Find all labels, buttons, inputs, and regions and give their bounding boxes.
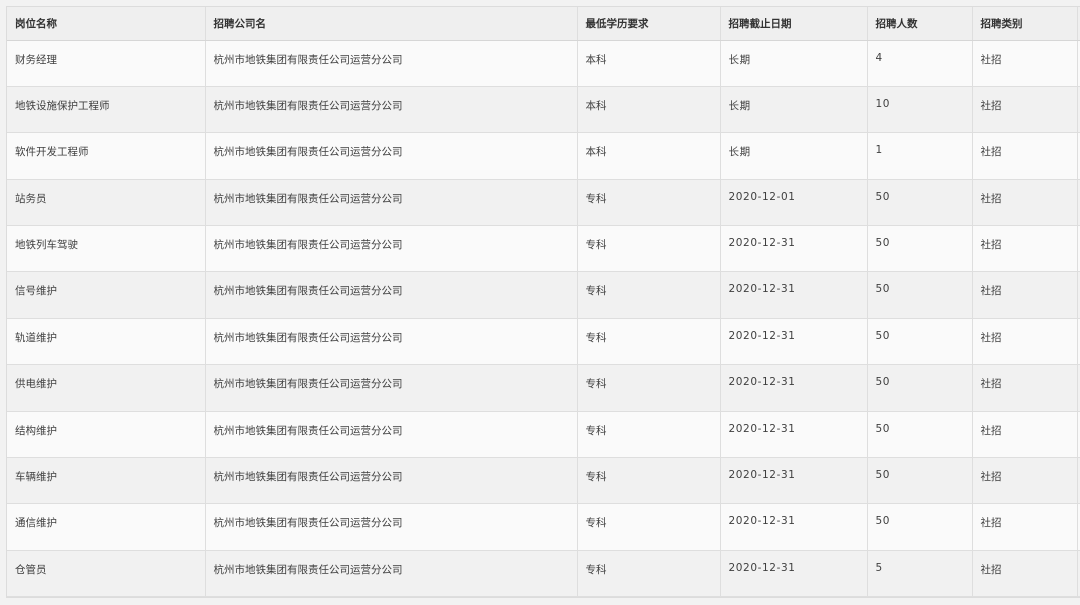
cell-position-name: 财务经理	[7, 40, 206, 87]
header-company-name: 招聘公司名	[205, 7, 578, 41]
cell-min-education: 专科	[577, 179, 721, 227]
table-row: 信号维护 杭州市地铁集团有限责任公司运营分公司 专科 2020-12-31 50 社招	[7, 271, 1080, 319]
cell-deadline: 2020-12-31	[720, 225, 868, 273]
cell-recruit-type: 社招	[972, 318, 1078, 366]
cell-position-name: 信号维护	[7, 271, 206, 319]
cell-position-name: 地铁列车驾驶	[7, 225, 206, 273]
cell-position-name: 站务员	[7, 179, 206, 227]
cell-recruit-type: 社招	[972, 364, 1078, 412]
cell-headcount: 50	[867, 411, 973, 459]
cell-min-education: 专科	[577, 364, 721, 412]
cell-recruit-type: 社招	[972, 86, 1078, 134]
table-row: 地铁列车驾驶 杭州市地铁集团有限责任公司运营分公司 专科 2020-12-31 50 社招	[7, 225, 1080, 273]
table-header-row: 岗位名称 招聘公司名 最低学历要求 招聘截止日期 招聘人数 招聘类别	[7, 7, 1080, 41]
header-recruit-type: 招聘类别	[972, 7, 1078, 41]
cell-recruit-type: 社招	[972, 179, 1078, 227]
cell-min-education: 专科	[577, 271, 721, 319]
cell-recruit-type: 社招	[972, 550, 1078, 597]
table-row: 站务员 杭州市地铁集团有限责任公司运营分公司 专科 2020-12-01 50 社招	[7, 179, 1080, 227]
cell-recruit-type: 社招	[972, 225, 1078, 273]
table-row: 地铁设施保护工程师 杭州市地铁集团有限责任公司运营分公司 本科 长期 10 社招	[7, 86, 1080, 134]
cell-recruit-type: 社招	[972, 40, 1078, 87]
header-position-name: 岗位名称	[7, 7, 206, 41]
cell-deadline: 2020-12-31	[720, 503, 868, 551]
cell-company-name: 杭州市地铁集团有限责任公司运营分公司	[205, 86, 578, 134]
cell-recruit-type: 社招	[972, 132, 1078, 180]
cell-deadline: 2020-12-31	[720, 271, 868, 319]
table-row: 轨道维护 杭州市地铁集团有限责任公司运营分公司 专科 2020-12-31 50 社招	[7, 318, 1080, 366]
job-listing-table: 岗位名称 招聘公司名 最低学历要求 招聘截止日期 招聘人数 招聘类别 财务经理杭…	[7, 7, 1080, 597]
cell-position-name: 仓管员	[7, 550, 206, 597]
cell-headcount: 50	[867, 364, 973, 412]
cell-position-name: 车辆维护	[7, 457, 206, 505]
cell-deadline: 长期	[720, 86, 868, 134]
cell-headcount: 50	[867, 271, 973, 319]
cell-min-education: 专科	[577, 457, 721, 505]
cell-headcount: 50	[867, 503, 973, 551]
cell-headcount: 50	[867, 457, 973, 505]
cell-company-name: 杭州市地铁集团有限责任公司运营分公司	[205, 364, 578, 412]
cell-company-name: 杭州市地铁集团有限责任公司运营分公司	[205, 503, 578, 551]
cell-recruit-type: 社招	[972, 503, 1078, 551]
cell-min-education: 本科	[577, 40, 721, 87]
cell-headcount: 1	[867, 132, 973, 180]
table-row: 结构维护 杭州市地铁集团有限责任公司运营分公司 专科 2020-12-31 50 社招	[7, 411, 1080, 459]
table-row: 仓管员 杭州市地铁集团有限责任公司运营分公司 专科 2020-12-31 5 社招	[7, 550, 1080, 597]
cell-company-name: 杭州市地铁集团有限责任公司运营分公司	[205, 550, 578, 597]
cell-deadline: 2020-12-31	[720, 550, 868, 597]
cell-recruit-type: 社招	[972, 411, 1078, 459]
table-row: 财务经理 杭州市地铁集团有限责任公司运营分公司 本科 长期 4 社招	[7, 40, 1080, 87]
cell-company-name: 杭州市地铁集团有限责任公司运营分公司	[205, 411, 578, 459]
cell-position-name: 通信维护	[7, 503, 206, 551]
cell-min-education: 专科	[577, 550, 721, 597]
cell-deadline: 长期	[720, 132, 868, 180]
cell-position-name: 软件开发工程师	[7, 132, 206, 180]
cell-min-education: 专科	[577, 318, 721, 366]
header-deadline: 招聘截止日期	[720, 7, 868, 41]
cell-min-education: 专科	[577, 411, 721, 459]
table-row: 车辆维护 杭州市地铁集团有限责任公司运营分公司 专科 2020-12-31 50 社招	[7, 457, 1080, 505]
cell-company-name: 杭州市地铁集团有限责任公司运营分公司	[205, 457, 578, 505]
table-row: 供电维护 杭州市地铁集团有限责任公司运营分公司 专科 2020-12-31 50 社招	[7, 364, 1080, 412]
cell-company-name: 杭州市地铁集团有限责任公司运营分公司	[205, 271, 578, 319]
cell-recruit-type: 社招	[972, 457, 1078, 505]
cell-company-name: 杭州市地铁集团有限责任公司运营分公司	[205, 225, 578, 273]
cell-company-name: 杭州市地铁集团有限责任公司运营分公司	[205, 40, 578, 87]
cell-deadline: 2020-12-01	[720, 179, 868, 227]
cell-company-name: 杭州市地铁集团有限责任公司运营分公司	[205, 179, 578, 227]
cell-deadline: 2020-12-31	[720, 411, 868, 459]
table-row: 通信维护 杭州市地铁集团有限责任公司运营分公司 专科 2020-12-31 50 社招	[7, 503, 1080, 551]
table-row: 软件开发工程师 杭州市地铁集团有限责任公司运营分公司 本科 长期 1 社招	[7, 132, 1080, 180]
cell-min-education: 本科	[577, 86, 721, 134]
header-min-education: 最低学历要求	[577, 7, 721, 41]
cell-min-education: 专科	[577, 225, 721, 273]
cell-headcount: 50	[867, 225, 973, 273]
cell-company-name: 杭州市地铁集团有限责任公司运营分公司	[205, 132, 578, 180]
cell-headcount: 50	[867, 318, 973, 366]
cell-deadline: 长期	[720, 40, 868, 87]
cell-position-name: 供电维护	[7, 364, 206, 412]
cell-min-education: 本科	[577, 132, 721, 180]
cell-headcount: 4	[867, 40, 973, 87]
cell-position-name: 轨道维护	[7, 318, 206, 366]
header-headcount: 招聘人数	[867, 7, 973, 41]
cell-min-education: 专科	[577, 503, 721, 551]
cell-headcount: 50	[867, 179, 973, 227]
job-table-container: 岗位名称 招聘公司名 最低学历要求 招聘截止日期 招聘人数 招聘类别 财务经理杭…	[6, 6, 1080, 598]
cell-position-name: 结构维护	[7, 411, 206, 459]
cell-headcount: 5	[867, 550, 973, 597]
cell-deadline: 2020-12-31	[720, 318, 868, 366]
cell-recruit-type: 社招	[972, 271, 1078, 319]
cell-company-name: 杭州市地铁集团有限责任公司运营分公司	[205, 318, 578, 366]
cell-headcount: 10	[867, 86, 973, 134]
cell-position-name: 地铁设施保护工程师	[7, 86, 206, 134]
cell-deadline: 2020-12-31	[720, 457, 868, 505]
cell-deadline: 2020-12-31	[720, 364, 868, 412]
